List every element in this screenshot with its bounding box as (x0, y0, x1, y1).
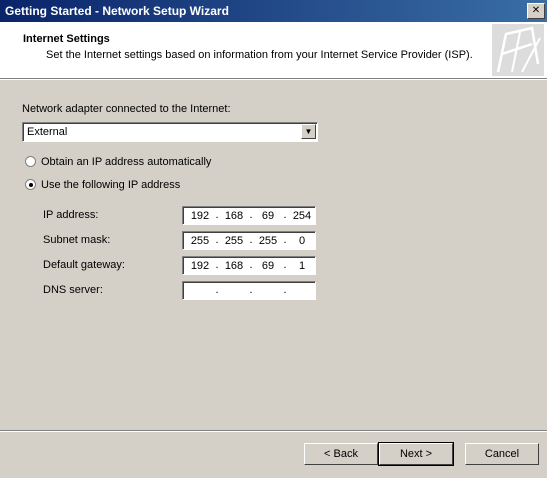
dns-server-label: DNS server: (43, 284, 103, 296)
ip-octet-3[interactable]: 69 (254, 210, 282, 222)
radio-obtain-auto[interactable] (25, 156, 36, 167)
octet-separator: . (215, 284, 219, 296)
window-title: Getting Started - Network Setup Wizard (5, 4, 229, 18)
ip-octet-1[interactable]: 192 (186, 210, 214, 222)
adapter-select-value: External (27, 126, 68, 138)
page-subtitle: Set the Internet settings based on infor… (46, 49, 473, 61)
default-gateway-input[interactable]: 192 . 168 . 69 . 1 (182, 256, 316, 275)
ip-address-input[interactable]: 192 . 168 . 69 . 254 (182, 206, 316, 225)
default-gateway-label: Default gateway: (43, 259, 125, 271)
network-logo-icon (492, 24, 544, 76)
ip-octet-2[interactable]: 168 (220, 210, 248, 222)
header-divider (0, 79, 547, 80)
subnet-mask-label: Subnet mask: (43, 234, 111, 246)
title-bar: Getting Started - Network Setup Wizard ✕ (0, 0, 547, 22)
gateway-octet-1[interactable]: 192 (186, 260, 214, 272)
subnet-octet-1[interactable]: 255 (186, 235, 214, 247)
subnet-octet-2[interactable]: 255 (220, 235, 248, 247)
cancel-button[interactable]: Cancel (465, 443, 539, 465)
wizard-header: Internet Settings Set the Internet setti… (0, 22, 547, 79)
adapter-select[interactable]: External ▼ (22, 122, 318, 142)
page-title: Internet Settings (23, 33, 110, 45)
footer-divider (0, 430, 547, 432)
gateway-octet-4[interactable]: 1 (288, 260, 316, 272)
back-button[interactable]: < Back (304, 443, 378, 465)
radio-use-following[interactable] (25, 179, 36, 190)
gateway-octet-3[interactable]: 69 (254, 260, 282, 272)
next-button[interactable]: Next > (378, 442, 454, 466)
radio-selected-dot (29, 183, 33, 187)
ip-address-label: IP address: (43, 209, 99, 221)
dns-server-input[interactable]: . . . (182, 281, 316, 300)
chevron-down-icon[interactable]: ▼ (301, 124, 316, 139)
gateway-octet-2[interactable]: 168 (220, 260, 248, 272)
radio-obtain-auto-label[interactable]: Obtain an IP address automatically (41, 156, 211, 168)
adapter-label: Network adapter connected to the Interne… (22, 103, 231, 115)
close-icon[interactable]: ✕ (527, 3, 545, 19)
subnet-mask-input[interactable]: 255 . 255 . 255 . 0 (182, 231, 316, 250)
ip-octet-4[interactable]: 254 (288, 210, 316, 222)
radio-use-following-label[interactable]: Use the following IP address (41, 179, 180, 191)
octet-separator: . (283, 284, 287, 296)
octet-separator: . (249, 284, 253, 296)
subnet-octet-3[interactable]: 255 (254, 235, 282, 247)
subnet-octet-4[interactable]: 0 (288, 235, 316, 247)
